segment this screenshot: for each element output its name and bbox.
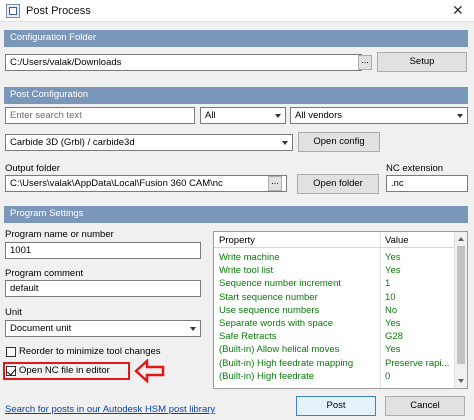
post-processor-value: Carbide 3D (Grbl) / carbide3d [10, 137, 135, 148]
section-header-post-configuration: Post Configuration [4, 87, 468, 104]
property-value[interactable]: 10 [385, 292, 453, 303]
properties-grid[interactable]: Property Value Write machine Yes Write too… [213, 231, 468, 389]
chevron-down-icon [457, 114, 463, 118]
property-row[interactable]: Safe Retracts G28 [214, 330, 454, 343]
nc-extension-label: NC extension [386, 163, 444, 174]
scroll-up-icon[interactable] [458, 237, 464, 241]
scroll-thumb[interactable] [457, 246, 465, 364]
post-filter-value: All [205, 110, 216, 121]
config-folder-browse-button[interactable]: ... [358, 55, 372, 70]
program-comment-label: Program comment [5, 268, 84, 279]
property-value[interactable]: Yes [385, 252, 453, 263]
scroll-down-icon[interactable] [458, 379, 464, 383]
annotation-arrow-icon [134, 359, 165, 383]
property-name: Sequence number increment [219, 278, 341, 290]
section-header-configuration-folder: Configuration Folder [4, 30, 468, 47]
section-header-program-settings: Program Settings [4, 206, 468, 223]
post-processor-dropdown[interactable]: Carbide 3D (Grbl) / carbide3d [5, 134, 293, 151]
post-search-input[interactable]: Enter search text [5, 107, 195, 124]
property-name: Safe Retracts [219, 331, 277, 343]
property-value[interactable]: Preserve rapi... [385, 358, 453, 369]
vendor-value: All vendors [295, 110, 342, 121]
property-value[interactable]: Yes [385, 344, 453, 355]
property-row[interactable]: Start sequence number 10 [214, 291, 454, 304]
open-folder-button[interactable]: Open folder [297, 174, 379, 194]
property-row[interactable]: (Built-in) Allow helical moves Yes [214, 343, 454, 356]
column-header-value: Value [385, 235, 409, 246]
property-value[interactable]: 0 [385, 371, 453, 382]
property-value[interactable]: No [385, 305, 453, 316]
post-library-link[interactable]: Search for posts in our Autodesk HSM pos… [5, 404, 215, 415]
property-name: Start sequence number [219, 291, 318, 303]
reorder-tool-changes-checkbox[interactable] [6, 347, 16, 357]
property-value[interactable]: Yes [385, 318, 453, 329]
cancel-button[interactable]: Cancel [385, 396, 465, 416]
chevron-down-icon [275, 114, 281, 118]
property-name: Use sequence numbers [219, 304, 320, 316]
chevron-down-icon [282, 141, 288, 145]
property-value[interactable]: Yes [385, 265, 453, 276]
post-button[interactable]: Post [296, 396, 376, 416]
output-folder-path-field[interactable]: C:\Users\valak\AppData\Local\Fusion 360 … [5, 175, 287, 192]
property-row[interactable]: Sequence number increment 1 [214, 277, 454, 290]
output-folder-browse-button[interactable]: ... [268, 176, 282, 191]
property-name: (Built-in) High feedrate [219, 370, 315, 382]
unit-label: Unit [5, 307, 22, 318]
open-config-button[interactable]: Open config [298, 132, 380, 152]
reorder-tool-changes-label: Reorder to minimize tool changes [19, 346, 161, 357]
property-value[interactable]: G28 [385, 331, 453, 342]
output-folder-label: Output folder [5, 163, 60, 174]
program-name-label: Program name or number [5, 229, 114, 240]
properties-grid-header: Property Value [214, 232, 454, 248]
unit-value: Document unit [10, 323, 72, 334]
annotation-highlight-box [3, 362, 130, 380]
post-filter-dropdown[interactable]: All [200, 107, 286, 124]
property-value[interactable]: 1 [385, 278, 453, 289]
config-folder-path-field[interactable]: C:/Users/valak/Downloads [5, 54, 362, 71]
property-row[interactable]: Use sequence numbers No [214, 304, 454, 317]
property-name: (Built-in) Allow helical moves [219, 344, 340, 356]
property-name: Separate words with space [219, 318, 334, 329]
program-name-input[interactable]: 1001 [5, 242, 201, 259]
nc-extension-field[interactable]: .nc [386, 175, 468, 192]
window-title: Post Process [26, 5, 91, 17]
vendor-dropdown[interactable]: All vendors [290, 107, 468, 124]
property-row[interactable]: Write tool list Yes [214, 264, 454, 277]
properties-scrollbar[interactable] [454, 232, 467, 388]
program-comment-input[interactable]: default [5, 280, 201, 297]
setup-button[interactable]: Setup [377, 52, 467, 72]
unit-dropdown[interactable]: Document unit [5, 320, 201, 337]
column-header-property: Property [219, 235, 255, 246]
property-row[interactable]: Write machine Yes [214, 251, 454, 264]
property-row[interactable]: (Built-in) High feedrate 0 [214, 370, 454, 383]
close-icon[interactable]: ✕ [452, 2, 464, 19]
app-icon [6, 4, 20, 18]
property-name: Write tool list [219, 265, 274, 277]
property-row[interactable]: Separate words with space Yes [214, 317, 454, 330]
chevron-down-icon [190, 327, 196, 331]
property-name: Write machine [219, 252, 280, 263]
property-row[interactable]: (Built-in) High feedrate mapping Preserve… [214, 357, 454, 370]
property-name: (Built-in) High feedrate mapping [219, 357, 354, 369]
